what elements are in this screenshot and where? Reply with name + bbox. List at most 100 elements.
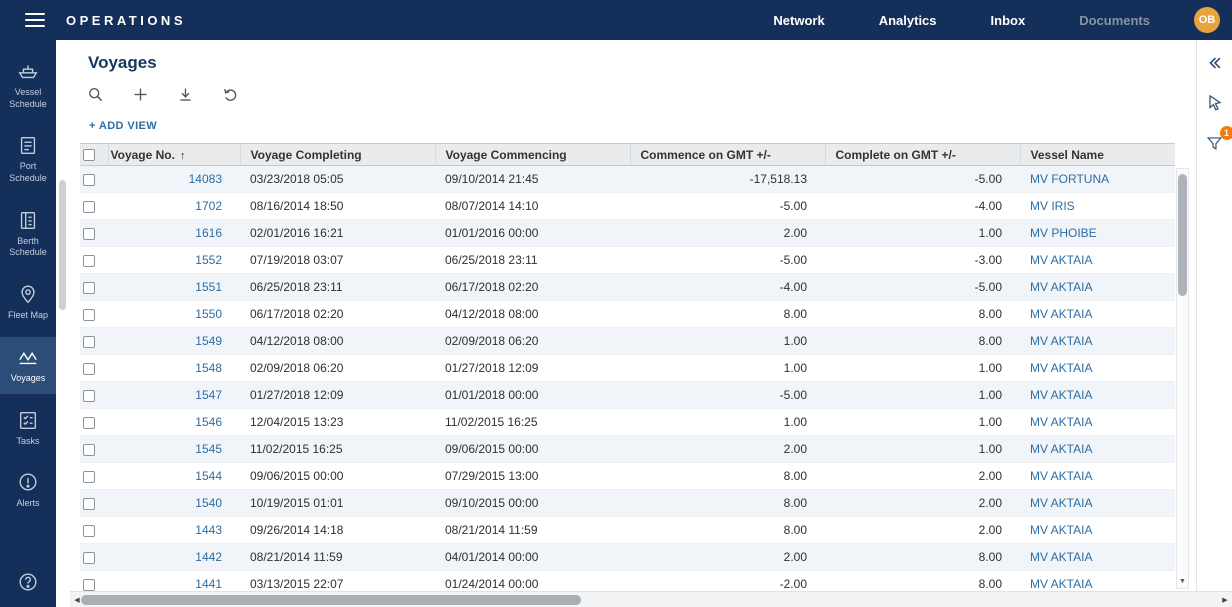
sidebar-item-vessel-schedule[interactable]: Vessel Schedule (0, 51, 56, 119)
sidebar-scrollbar[interactable] (56, 40, 70, 607)
vertical-scrollbar-thumb[interactable] (1178, 174, 1187, 296)
row-checkbox[interactable] (83, 255, 95, 267)
vessel-name[interactable]: MV AKTAIA (1020, 517, 1175, 544)
column-header-vessel-name[interactable]: Vessel Name (1020, 144, 1175, 166)
voyage-no-link[interactable]: 1616 (108, 220, 240, 247)
voyage-no-link[interactable]: 1443 (108, 517, 240, 544)
avatar[interactable]: OB (1194, 7, 1220, 33)
scroll-down-arrow-icon[interactable]: ▼ (1177, 577, 1188, 587)
table-row[interactable]: 1408303/23/2018 05:0509/10/2014 21:45-17… (80, 166, 1175, 193)
table-row[interactable]: 154010/19/2015 01:0109/10/2015 00:008.00… (80, 490, 1175, 517)
table-row[interactable]: 144103/13/2015 22:0701/24/2014 00:00-2.0… (80, 571, 1175, 592)
plus-button[interactable] (131, 86, 149, 104)
row-checkbox[interactable] (83, 282, 95, 294)
vessel-name[interactable]: MV AKTAIA (1020, 463, 1175, 490)
filter-button[interactable]: 1 (1204, 132, 1226, 154)
table-row[interactable]: 155106/25/2018 23:1106/17/2018 02:20-4.0… (80, 274, 1175, 301)
table-row[interactable]: 155207/19/2018 03:0706/25/2018 23:11-5.0… (80, 247, 1175, 274)
column-header-voyage-no[interactable]: Voyage No.↑ (108, 144, 240, 166)
vessel-name[interactable]: MV AKTAIA (1020, 301, 1175, 328)
vessel-name[interactable]: MV AKTAIA (1020, 490, 1175, 517)
collapse-panel-button[interactable] (1204, 52, 1226, 74)
column-header-voyage-completing[interactable]: Voyage Completing (240, 144, 435, 166)
voyage-no-link[interactable]: 1550 (108, 301, 240, 328)
sidebar-item-tasks[interactable]: Tasks (0, 400, 56, 457)
row-checkbox[interactable] (83, 525, 95, 537)
row-checkbox[interactable] (83, 417, 95, 429)
vessel-name[interactable]: MV AKTAIA (1020, 571, 1175, 592)
voyage-no-link[interactable]: 1552 (108, 247, 240, 274)
table-vertical-scrollbar[interactable]: ▼ (1176, 168, 1189, 589)
select-all-checkbox[interactable] (83, 149, 95, 161)
vessel-name[interactable]: MV AKTAIA (1020, 247, 1175, 274)
vessel-name[interactable]: MV AKTAIA (1020, 355, 1175, 382)
voyage-no-link[interactable]: 1545 (108, 436, 240, 463)
nav-documents[interactable]: Documents (1079, 13, 1150, 28)
voyage-no-link[interactable]: 1551 (108, 274, 240, 301)
vessel-name[interactable]: MV AKTAIA (1020, 436, 1175, 463)
row-checkbox[interactable] (83, 579, 95, 591)
vessel-name[interactable]: MV AKTAIA (1020, 409, 1175, 436)
horizontal-scrollbar[interactable]: ◀ ▶ (70, 591, 1232, 607)
voyage-no-link[interactable]: 1442 (108, 544, 240, 571)
row-checkbox[interactable] (83, 552, 95, 564)
sidebar-item-berth-schedule[interactable]: Berth Schedule (0, 200, 56, 268)
vessel-name[interactable]: MV AKTAIA (1020, 544, 1175, 571)
vessel-name[interactable]: MV AKTAIA (1020, 274, 1175, 301)
row-checkbox[interactable] (83, 471, 95, 483)
download-button[interactable] (176, 86, 194, 104)
table-row[interactable]: 154511/02/2015 16:2509/06/2015 00:002.00… (80, 436, 1175, 463)
row-checkbox[interactable] (83, 228, 95, 240)
vessel-name[interactable]: MV AKTAIA (1020, 328, 1175, 355)
sidebar-item-port-schedule[interactable]: Port Schedule (0, 125, 56, 193)
table-row[interactable]: 144309/26/2014 14:1808/21/2014 11:598.00… (80, 517, 1175, 544)
voyage-no-link[interactable]: 1441 (108, 571, 240, 592)
table-row[interactable]: 155006/17/2018 02:2004/12/2018 08:008.00… (80, 301, 1175, 328)
voyage-no-link[interactable]: 1702 (108, 193, 240, 220)
row-checkbox[interactable] (83, 201, 95, 213)
cursor-tool-button[interactable] (1204, 92, 1226, 114)
column-header-commence-on-gmt[interactable]: Commence on GMT +/- (630, 144, 825, 166)
row-checkbox[interactable] (83, 174, 95, 186)
voyage-no-link[interactable]: 1549 (108, 328, 240, 355)
column-header-complete-on-gmt[interactable]: Complete on GMT +/- (825, 144, 1020, 166)
row-checkbox[interactable] (83, 363, 95, 375)
voyage-no-link[interactable]: 1540 (108, 490, 240, 517)
table-row[interactable]: 154701/27/2018 12:0901/01/2018 00:00-5.0… (80, 382, 1175, 409)
nav-network[interactable]: Network (773, 13, 824, 28)
add-view-button[interactable]: + ADD VIEW (89, 120, 157, 132)
voyage-no-link[interactable]: 1546 (108, 409, 240, 436)
table-row[interactable]: 161602/01/2016 16:2101/01/2016 00:002.00… (80, 220, 1175, 247)
table-row[interactable]: 154409/06/2015 00:0007/29/2015 13:008.00… (80, 463, 1175, 490)
voyage-no-link[interactable]: 1544 (108, 463, 240, 490)
vessel-name[interactable]: MV PHOIBE (1020, 220, 1175, 247)
vessel-name[interactable]: MV AKTAIA (1020, 382, 1175, 409)
row-checkbox[interactable] (83, 390, 95, 402)
nav-analytics[interactable]: Analytics (879, 13, 937, 28)
table-row[interactable]: 154802/09/2018 06:2001/27/2018 12:091.00… (80, 355, 1175, 382)
vessel-name[interactable]: MV IRIS (1020, 193, 1175, 220)
table-row[interactable]: 154904/12/2018 08:0002/09/2018 06:201.00… (80, 328, 1175, 355)
sidebar-item-voyages[interactable]: Voyages (0, 337, 56, 394)
sidebar-item-alerts[interactable]: Alerts (0, 462, 56, 519)
row-checkbox[interactable] (83, 444, 95, 456)
voyage-no-link[interactable]: 14083 (108, 166, 240, 193)
row-checkbox[interactable] (83, 309, 95, 321)
vessel-name[interactable]: MV FORTUNA (1020, 166, 1175, 193)
voyage-no-link[interactable]: 1547 (108, 382, 240, 409)
row-checkbox[interactable] (83, 498, 95, 510)
row-checkbox[interactable] (83, 336, 95, 348)
undo-button[interactable] (221, 86, 239, 104)
horizontal-scrollbar-thumb[interactable] (81, 595, 581, 605)
nav-inbox[interactable]: Inbox (991, 13, 1026, 28)
voyage-no-link[interactable]: 1548 (108, 355, 240, 382)
help-button[interactable] (0, 571, 56, 593)
hamburger-menu-icon[interactable] (25, 13, 45, 27)
search-button[interactable] (86, 86, 104, 104)
scroll-right-arrow-icon[interactable]: ▶ (1218, 592, 1232, 607)
sidebar-item-fleet-map[interactable]: Fleet Map (0, 274, 56, 331)
table-row[interactable]: 170208/16/2014 18:5008/07/2014 14:10-5.0… (80, 193, 1175, 220)
table-row[interactable]: 144208/21/2014 11:5904/01/2014 00:002.00… (80, 544, 1175, 571)
sidebar-scrollbar-thumb[interactable] (59, 180, 66, 310)
table-row[interactable]: 154612/04/2015 13:2311/02/2015 16:251.00… (80, 409, 1175, 436)
